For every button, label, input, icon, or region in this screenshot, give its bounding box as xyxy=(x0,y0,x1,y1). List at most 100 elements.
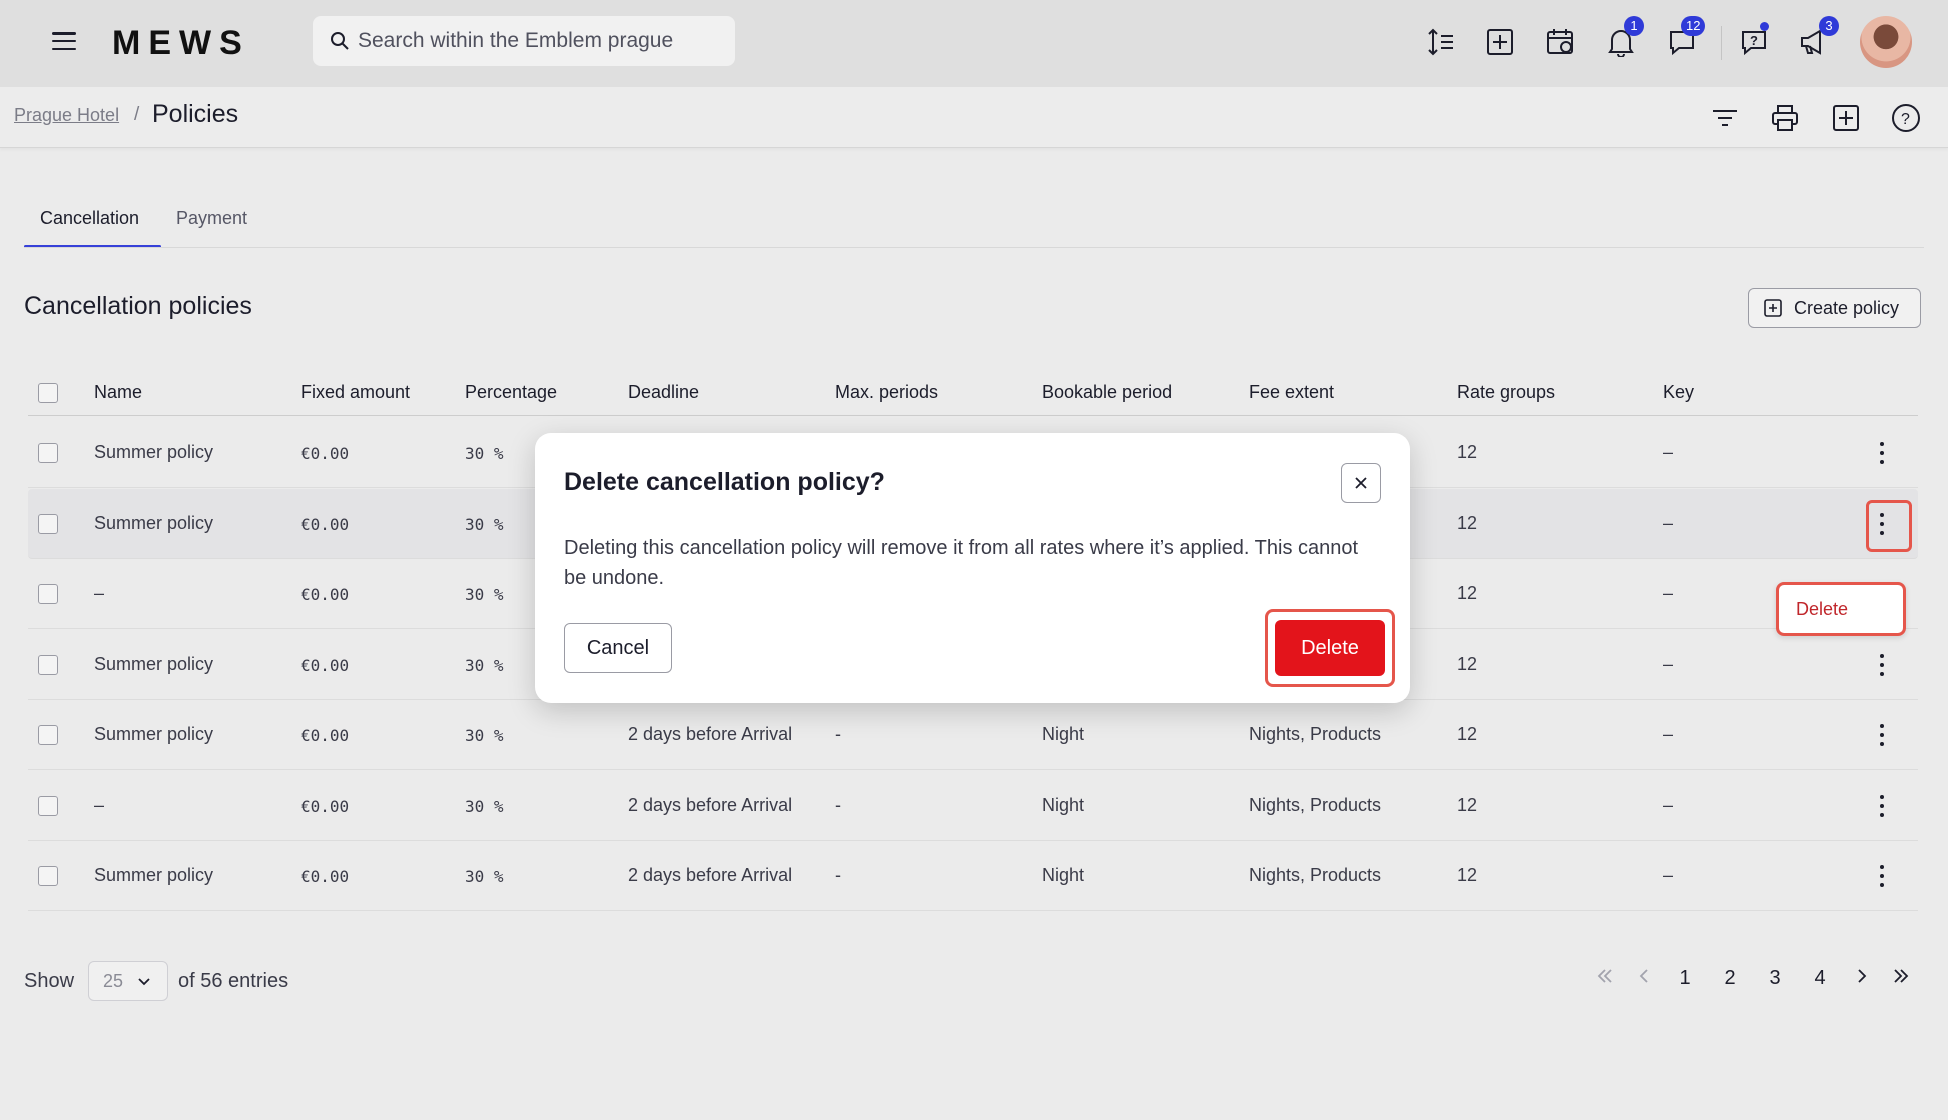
svg-text:?: ? xyxy=(1901,111,1910,128)
cell-pct: 30 % xyxy=(465,514,504,534)
row-checkbox[interactable] xyxy=(38,725,58,745)
tab-cancellation[interactable]: Cancellation xyxy=(24,200,161,248)
bell-icon[interactable]: 1 xyxy=(1604,16,1644,62)
next-page-icon[interactable] xyxy=(1847,967,1875,991)
more-options-icon[interactable] xyxy=(1876,791,1888,821)
search-input[interactable] xyxy=(358,16,718,66)
row-checkbox[interactable] xyxy=(38,654,58,675)
menu-icon[interactable] xyxy=(52,30,76,52)
cell-fixed: €0.00 xyxy=(301,444,350,463)
prev-page-icon[interactable] xyxy=(1631,967,1659,991)
more-options-icon[interactable] xyxy=(1876,720,1888,750)
cell-deadline: 2 days before Arrival xyxy=(628,865,793,885)
app-logo[interactable]: MEWS xyxy=(112,24,250,63)
page-number[interactable]: 3 xyxy=(1761,967,1789,990)
more-options-icon[interactable] xyxy=(1876,438,1888,468)
cell-fee: Nights, Products xyxy=(1249,724,1382,744)
dialog-title: Delete cancellation policy? xyxy=(564,468,885,496)
page-number[interactable]: 2 xyxy=(1716,967,1744,990)
column-header[interactable]: Fixed amount xyxy=(301,382,410,403)
help-icon[interactable]: ? xyxy=(1889,101,1923,135)
user-avatar[interactable] xyxy=(1860,16,1912,68)
select-all-checkbox[interactable] xyxy=(38,383,58,403)
cell-fixed: €0.00 xyxy=(301,726,350,745)
cell-fee: Nights, Products xyxy=(1249,865,1382,885)
row-context-menu: Delete xyxy=(1776,582,1906,636)
page-number[interactable]: 4 xyxy=(1806,967,1834,990)
row-checkbox[interactable] xyxy=(38,443,58,463)
more-options-icon[interactable] xyxy=(1876,650,1888,680)
create-policy-button[interactable]: Create policy xyxy=(1748,288,1921,328)
cell-name: Summer policy xyxy=(94,442,214,462)
help-indicator xyxy=(1760,22,1769,31)
context-delete-item[interactable]: Delete xyxy=(1796,599,1848,620)
help-chat-icon[interactable]: ? xyxy=(1737,22,1771,62)
megaphone-icon[interactable]: 3 xyxy=(1797,16,1839,62)
column-header[interactable]: Rate groups xyxy=(1457,382,1555,403)
cell-key: – xyxy=(1663,512,1674,533)
column-header[interactable]: Key xyxy=(1663,382,1694,403)
tab-payment[interactable]: Payment xyxy=(176,200,276,248)
row-checkbox[interactable] xyxy=(38,795,58,816)
cell-max: - xyxy=(835,724,841,744)
column-header[interactable]: Max. periods xyxy=(835,382,938,403)
cell-rate: 12 xyxy=(1457,512,1478,533)
cancel-button[interactable]: Cancel xyxy=(564,623,672,673)
calendar-view-icon[interactable] xyxy=(1544,22,1578,62)
more-options-icon[interactable] xyxy=(1876,861,1888,891)
delete-confirm-dialog: Delete cancellation policy? Deleting thi… xyxy=(535,433,1410,703)
cell-key: – xyxy=(1663,583,1674,603)
cell-pct: 30 % xyxy=(465,867,504,886)
cell-key: – xyxy=(1663,653,1674,674)
close-button[interactable] xyxy=(1341,463,1381,503)
sort-icon[interactable] xyxy=(1424,22,1458,62)
column-header[interactable]: Deadline xyxy=(628,382,699,403)
cell-bookable: Night xyxy=(1042,724,1085,744)
search-box[interactable] xyxy=(313,16,735,66)
delete-button[interactable]: Delete xyxy=(1275,620,1385,676)
breadcrumb-separator: / xyxy=(134,104,140,125)
page-number[interactable]: 1 xyxy=(1671,967,1699,990)
cell-key: – xyxy=(1663,865,1674,885)
cell-fee: Nights, Products xyxy=(1249,794,1382,815)
column-header[interactable]: Fee extent xyxy=(1249,382,1334,403)
cell-rate: 12 xyxy=(1457,442,1478,462)
cell-bookable: Night xyxy=(1042,865,1085,885)
page-title: Policies xyxy=(152,100,239,128)
add-box-icon[interactable] xyxy=(1829,101,1863,135)
last-page-icon[interactable] xyxy=(1887,967,1915,991)
column-header[interactable]: Percentage xyxy=(465,382,557,403)
column-header[interactable]: Name xyxy=(94,382,142,403)
messages-badge: 12 xyxy=(1681,16,1706,36)
row-checkbox[interactable] xyxy=(38,513,58,534)
add-box-icon[interactable] xyxy=(1483,22,1517,62)
breadcrumb-parent-link[interactable]: Prague Hotel xyxy=(14,105,119,126)
notifications-badge: 1 xyxy=(1624,16,1644,36)
tabs-divider xyxy=(24,247,1924,248)
cell-pct: 30 % xyxy=(465,655,504,675)
dialog-message: Deleting this cancellation policy will r… xyxy=(564,537,1359,589)
cell-rate: 12 xyxy=(1457,724,1478,744)
row-checkbox[interactable] xyxy=(38,866,58,886)
page-size-select[interactable]: 25 xyxy=(88,961,168,1001)
print-icon[interactable] xyxy=(1768,101,1802,135)
cell-fixed: €0.00 xyxy=(301,585,350,604)
cell-fixed: €0.00 xyxy=(301,655,350,675)
row-checkbox[interactable] xyxy=(38,584,58,604)
filter-icon[interactable] xyxy=(1708,101,1742,135)
cell-name: – xyxy=(94,794,105,815)
cell-fixed: €0.00 xyxy=(301,796,350,816)
cell-fixed: €0.00 xyxy=(301,867,350,886)
table-row[interactable]: – €0.00 30 % 2 days before Arrival - Night Nig… xyxy=(28,771,1918,841)
first-page-icon[interactable] xyxy=(1591,967,1619,991)
chat-icon[interactable]: 12 xyxy=(1665,16,1706,62)
cell-name: Summer policy xyxy=(94,865,214,885)
table-row[interactable]: Summer policy €0.00 30 % 2 days before Arri… xyxy=(28,841,1918,911)
cell-rate: 12 xyxy=(1457,583,1478,603)
cell-max: - xyxy=(835,794,841,815)
add-box-icon xyxy=(1764,299,1782,317)
table-row[interactable]: Summer policy €0.00 30 % 2 days before Arri… xyxy=(28,700,1918,770)
cell-rate: 12 xyxy=(1457,653,1478,674)
column-header[interactable]: Bookable period xyxy=(1042,382,1172,403)
breadcrumb-bar: Prague Hotel / Policies ? xyxy=(0,87,1948,148)
